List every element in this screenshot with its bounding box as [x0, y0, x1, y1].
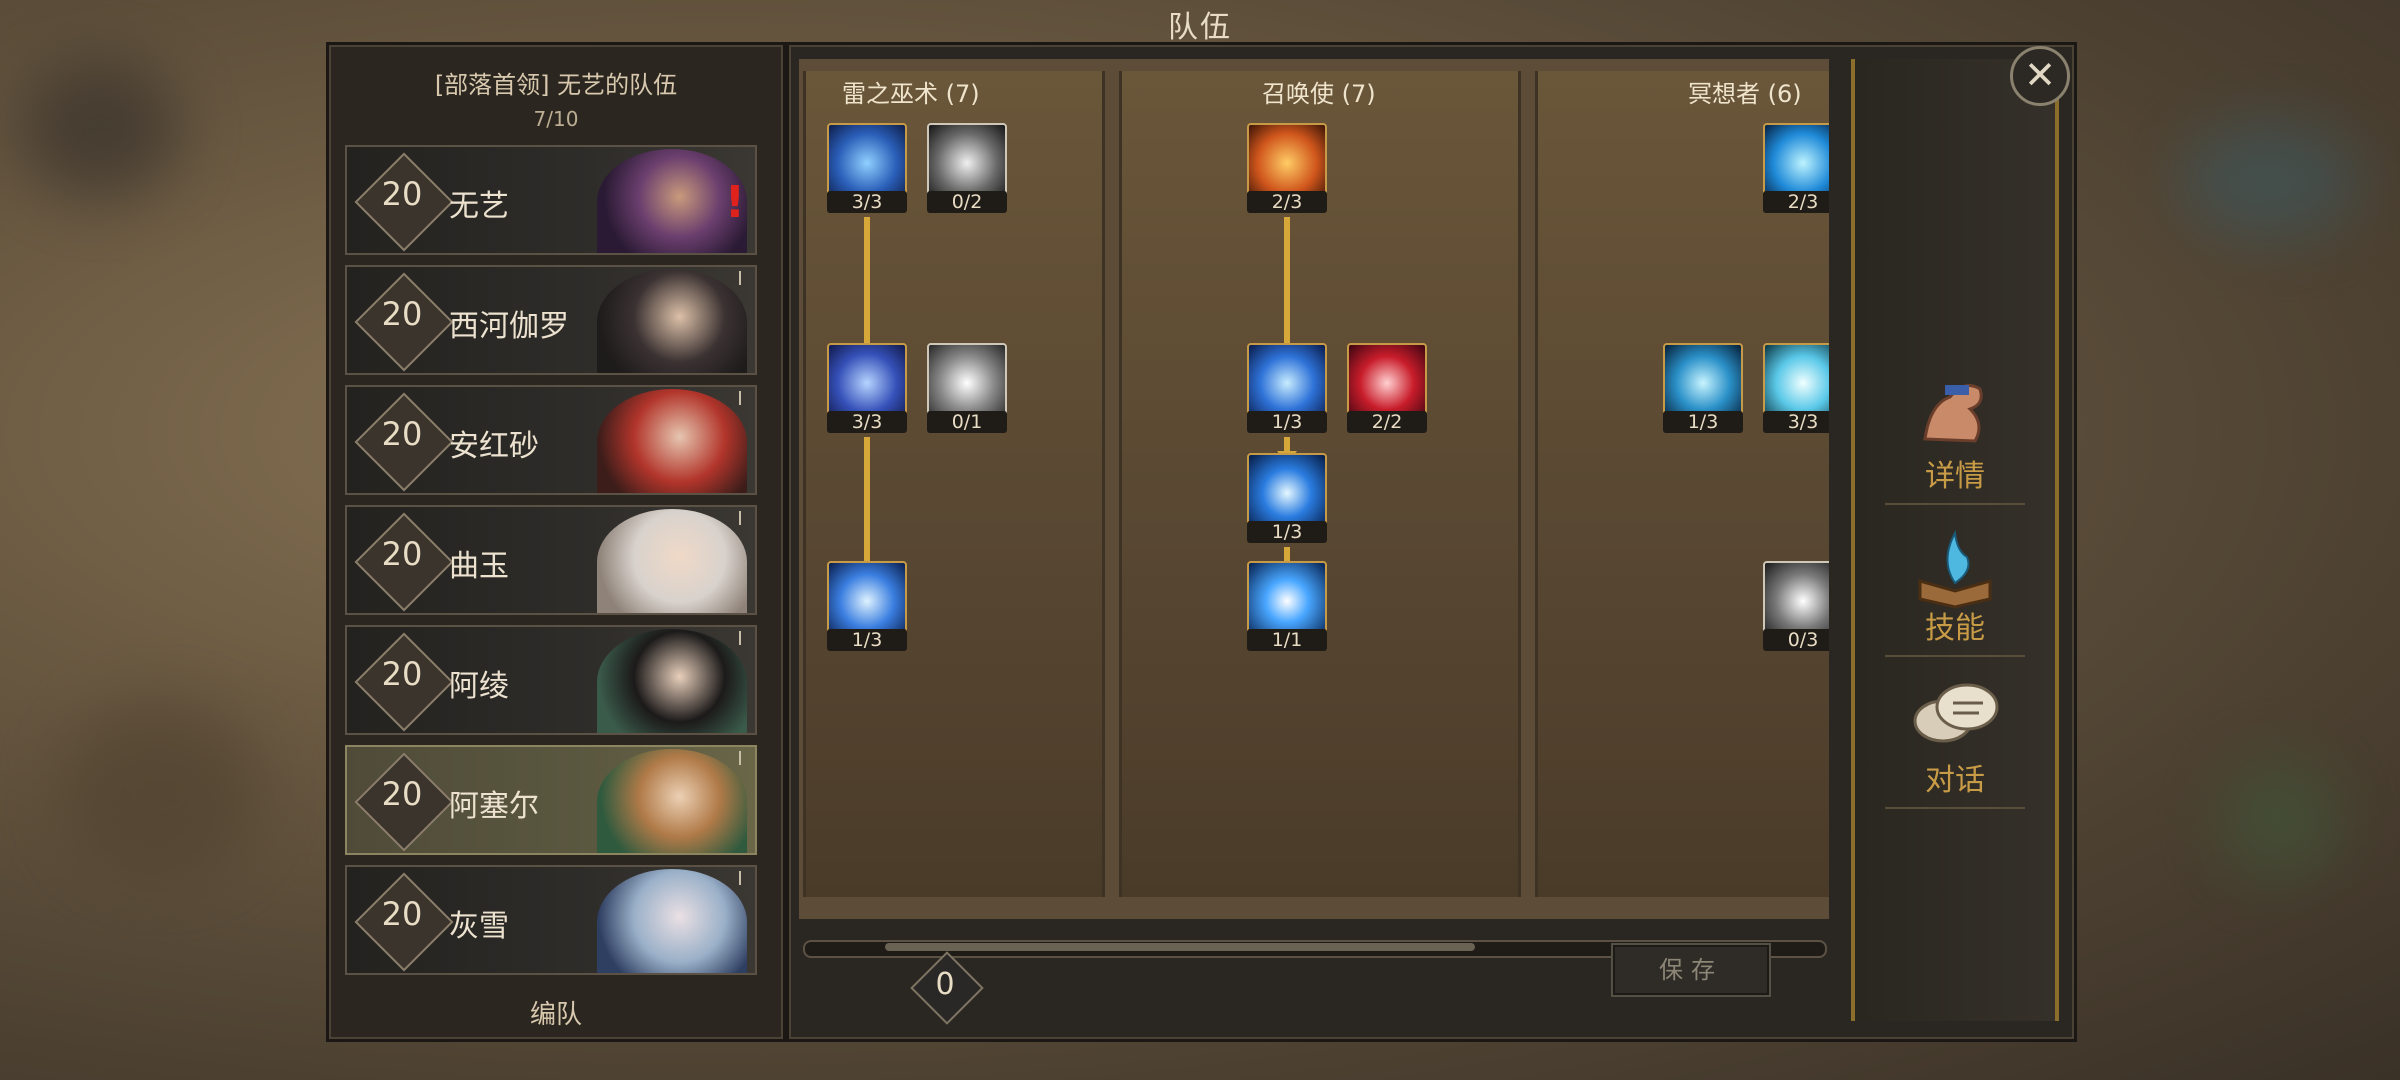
skill-level: 1/3 [1663, 411, 1743, 433]
member-level: 20 [381, 175, 423, 213]
skill-level: 0/2 [927, 191, 1007, 213]
window-title: 队伍 [1168, 10, 1232, 45]
map-blob [2220, 760, 2340, 880]
skill-level: 3/3 [827, 411, 907, 433]
column-header: 雷之巫术 (7) [842, 80, 980, 108]
member-row[interactable]: 20 无艺 ! [345, 145, 757, 255]
corner-mark-icon [739, 271, 751, 285]
map-blob [2180, 120, 2360, 240]
member-level: 20 [381, 655, 423, 693]
member-name: 阿绫 [449, 669, 509, 704]
corner-mark-icon [739, 631, 751, 645]
corner-mark-icon [739, 391, 751, 405]
member-portrait [597, 749, 747, 853]
speech-bubble-icon [1913, 683, 1999, 743]
column-header: 召唤使 (7) [1262, 80, 1376, 108]
map-blob [60, 700, 260, 880]
corner-mark-icon [739, 511, 751, 525]
member-name: 西河伽罗 [449, 309, 569, 344]
member-level: 20 [381, 535, 423, 573]
member-row[interactable]: 20 阿绫 [345, 625, 757, 735]
skill-level: 1/1 [1247, 629, 1327, 651]
member-portrait [597, 389, 747, 493]
skill-level: 1/3 [827, 629, 907, 651]
arm-icon [1923, 383, 1983, 443]
map-blob [20, 60, 180, 200]
nav-details[interactable]: 详情 [1855, 359, 2055, 499]
member-row[interactable]: 20 阿塞尔 [345, 745, 757, 855]
flame-book-icon [1918, 529, 1992, 609]
team-panel: [部落首领] 无艺的队伍 7/10 20 无艺 ! 20 西河伽罗 20 安红砂… [326, 42, 786, 1042]
skill-points: 0 [935, 967, 955, 1002]
skill-level: 3/3 [1763, 411, 1829, 433]
formation-button[interactable]: 编队 [329, 994, 783, 1031]
skill-level: 2/3 [1763, 191, 1829, 213]
member-level: 20 [381, 295, 423, 333]
close-button[interactable]: ✕ [2010, 46, 2070, 106]
member-portrait [597, 509, 747, 613]
member-portrait [597, 269, 747, 373]
nav-divider [1885, 655, 2025, 657]
nav-divider [1885, 807, 2025, 809]
scrollbar-thumb[interactable] [885, 943, 1475, 951]
skill-level: 2/3 [1247, 191, 1327, 213]
nav-label: 详情 [1925, 459, 1985, 494]
member-level: 20 [381, 775, 423, 813]
member-name: 安红砂 [449, 429, 539, 464]
skill-level: 0/1 [927, 411, 1007, 433]
member-level: 20 [381, 895, 423, 933]
team-title: [部落首领] 无艺的队伍 [434, 71, 678, 99]
skill-level: 1/3 [1247, 411, 1327, 433]
nav-divider [1885, 503, 2025, 505]
column-header: 冥想者 (6) [1688, 80, 1802, 108]
member-portrait [597, 869, 747, 973]
member-portrait [597, 629, 747, 733]
alert-icon: ! [724, 177, 745, 228]
prereq-arrow [864, 437, 870, 573]
nav-dialogue[interactable]: 对话 [1855, 663, 2055, 803]
team-count: 7/10 [533, 107, 579, 131]
member-row[interactable]: 20 曲玉 [345, 505, 757, 615]
nav-label: 对话 [1925, 763, 1985, 798]
skill-level: 1/3 [1247, 521, 1327, 543]
corner-mark-icon [739, 751, 751, 765]
member-name: 灰雪 [449, 909, 509, 944]
skill-level: 2/2 [1347, 411, 1427, 433]
prereq-arrow [1284, 217, 1290, 355]
member-level: 20 [381, 415, 423, 453]
skill-level: 3/3 [827, 191, 907, 213]
member-name: 阿塞尔 [449, 789, 539, 824]
skill-tree-area: 雷之巫术 (7) 召唤使 (7) 冥想者 (6) 3/3 0/2 3/3 0/1… [799, 59, 1829, 919]
skill-level: 0/3 [1763, 629, 1829, 651]
skill-panel: 雷之巫术 (7) 召唤使 (7) 冥想者 (6) 3/3 0/2 3/3 0/1… [786, 42, 2077, 1042]
side-nav: 详情 技能 对话 [1851, 59, 2059, 1021]
nav-skills[interactable]: 技能 [1855, 511, 2055, 651]
member-name: 无艺 [449, 189, 509, 224]
member-row[interactable]: 20 安红砂 [345, 385, 757, 495]
member-row[interactable]: 20 西河伽罗 [345, 265, 757, 375]
save-button[interactable]: 保存 [1611, 943, 1771, 997]
nav-label: 技能 [1925, 611, 1985, 646]
member-row[interactable]: 20 灰雪 [345, 865, 757, 975]
member-name: 曲玉 [449, 549, 509, 584]
corner-mark-icon [739, 871, 751, 885]
prereq-arrow [864, 217, 870, 355]
